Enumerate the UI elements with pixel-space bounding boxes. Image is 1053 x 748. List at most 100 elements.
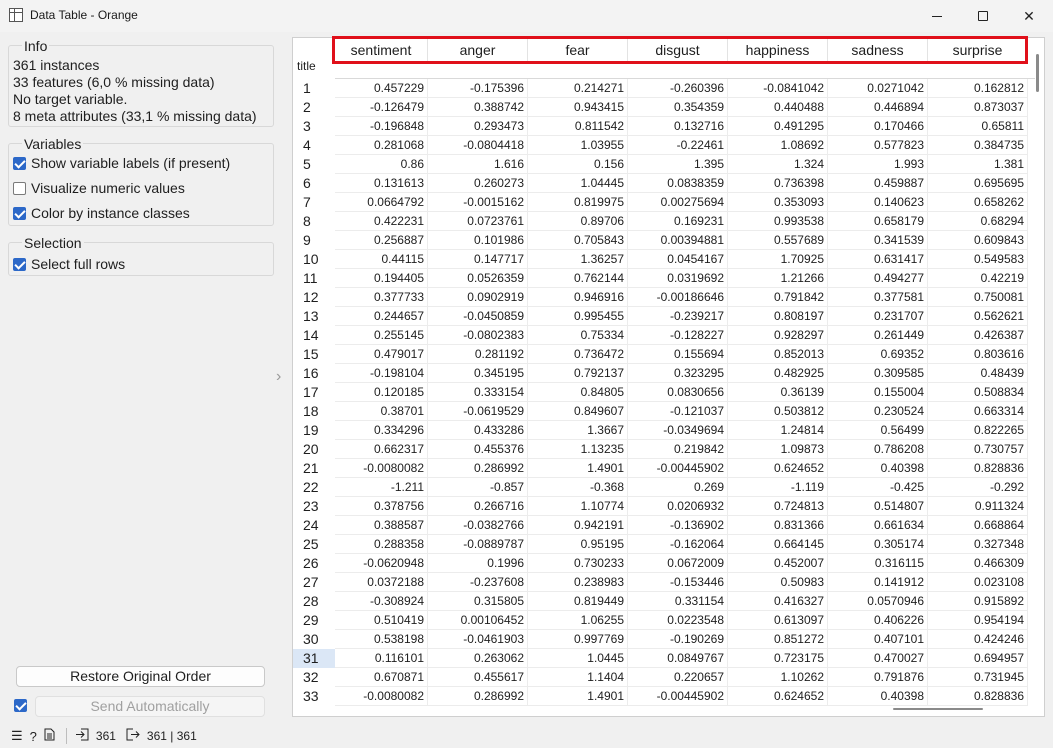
table-cell[interactable]: -0.22461 [628,136,728,155]
table-row[interactable]: 9 0.256887 0.101986 0.705843 0.00394881 0.557… [293,231,1028,250]
row-number[interactable]: 21 [293,459,335,478]
row-number[interactable]: 2 [293,98,335,117]
table-cell[interactable]: 1.993 [828,155,928,174]
table-row[interactable]: 27 0.0372188 -0.237608 0.238983 -0.153446 0.5… [293,573,1028,592]
table-cell[interactable]: 0.803616 [928,345,1028,364]
table-cell[interactable]: 0.261449 [828,326,928,345]
table-row[interactable]: 21 -0.0080082 0.286992 1.4901 -0.00445902 0.6… [293,459,1028,478]
table-cell[interactable]: 0.40398 [828,687,928,706]
table-cell[interactable]: 0.0570946 [828,592,928,611]
checkbox-checked-icon[interactable] [13,156,26,170]
table-row[interactable]: 26 -0.0620948 0.1996 0.730233 0.0672009 0.452… [293,554,1028,573]
table-cell[interactable]: 0.263062 [428,649,528,668]
table-cell[interactable]: 0.786208 [828,440,928,459]
table-cell[interactable]: 1.70925 [728,250,828,269]
maximize-button[interactable] [960,0,1006,32]
title-bar[interactable]: Data Table - Orange ✕ [0,0,1053,32]
row-number[interactable]: 9 [293,231,335,250]
table-cell[interactable]: 0.341539 [828,231,928,250]
table-row[interactable]: 13 0.244657 -0.0450859 0.995455 -0.239217 0.8… [293,307,1028,326]
table-cell[interactable]: -0.126479 [335,98,428,117]
table-cell[interactable]: 0.0526359 [428,269,528,288]
visualize-numeric-option[interactable]: Visualize numeric values [13,180,185,196]
table-cell[interactable]: 0.155694 [628,345,728,364]
table-cell[interactable]: 0.0271042 [828,79,928,98]
table-cell[interactable]: -0.121037 [628,402,728,421]
table-cell[interactable]: 0.407101 [828,630,928,649]
table-cell[interactable]: -0.425 [828,478,928,497]
table-cell[interactable]: 1.10262 [728,668,828,687]
table-cell[interactable]: 0.0664792 [335,193,428,212]
table-row[interactable]: 23 0.378756 0.266716 1.10774 0.0206932 0.7248… [293,497,1028,516]
table-cell[interactable]: 0.849607 [528,402,628,421]
table-cell[interactable]: 0.426387 [928,326,1028,345]
table-cell[interactable]: 0.269 [628,478,728,497]
table-cell[interactable]: 0.792137 [528,364,628,383]
table-cell[interactable]: -0.162064 [628,535,728,554]
table-row[interactable]: 5 0.86 1.616 0.156 1.395 1.324 1.993 1.381 [293,155,1028,174]
table-cell[interactable]: 1.3667 [528,421,628,440]
table-row[interactable]: 29 0.510419 0.00106452 1.06255 0.0223548 0.61… [293,611,1028,630]
table-cell[interactable]: 0.286992 [428,459,528,478]
restore-order-button[interactable]: Restore Original Order [16,666,265,687]
table-cell[interactable]: 0.101986 [428,231,528,250]
table-cell[interactable]: 0.946916 [528,288,628,307]
table-row[interactable]: 28 -0.308924 0.315805 0.819449 0.331154 0.416… [293,592,1028,611]
table-cell[interactable]: 0.491295 [728,117,828,136]
report-icon[interactable] [44,728,55,744]
send-automatically-checkbox[interactable] [14,699,27,712]
table-cell[interactable]: 0.670871 [335,668,428,687]
row-number[interactable]: 23 [293,497,335,516]
column-header-5[interactable]: sadness [828,38,928,63]
table-cell[interactable]: -0.292 [928,478,1028,497]
row-number[interactable]: 14 [293,326,335,345]
table-cell[interactable]: 0.00106452 [428,611,528,630]
table-cell[interactable]: -0.175396 [428,79,528,98]
table-cell[interactable]: -0.0015162 [428,193,528,212]
table-cell[interactable]: 0.424246 [928,630,1028,649]
table-cell[interactable]: 0.791842 [728,288,828,307]
table-cell[interactable]: 0.705843 [528,231,628,250]
table-cell[interactable]: 0.664145 [728,535,828,554]
color-classes-option[interactable]: Color by instance classes [13,205,190,221]
table-cell[interactable]: 0.416327 [728,592,828,611]
table-cell[interactable]: 0.577823 [828,136,928,155]
row-number[interactable]: 25 [293,535,335,554]
table-cell[interactable]: 0.557689 [728,231,828,250]
table-cell[interactable]: -0.0620948 [335,554,428,573]
row-number[interactable]: 3 [293,117,335,136]
table-cell[interactable]: 0.736398 [728,174,828,193]
row-number[interactable]: 31 [293,649,335,668]
table-cell[interactable]: 0.0902919 [428,288,528,307]
table-cell[interactable]: 0.995455 [528,307,628,326]
table-cell[interactable]: 0.609843 [928,231,1028,250]
table-cell[interactable]: 0.333154 [428,383,528,402]
menu-icon[interactable]: ☰ [11,728,23,744]
table-cell[interactable]: 0.694957 [928,649,1028,668]
table-cell[interactable]: 0.266716 [428,497,528,516]
table-cell[interactable]: -1.119 [728,478,828,497]
table-cell[interactable]: -0.308924 [335,592,428,611]
table-cell[interactable]: 0.514807 [828,497,928,516]
help-icon[interactable]: ? [30,729,37,744]
table-cell[interactable]: 0.132716 [628,117,728,136]
table-cell[interactable]: 0.260273 [428,174,528,193]
table-cell[interactable]: 0.89706 [528,212,628,231]
table-cell[interactable]: 0.510419 [335,611,428,630]
show-labels-option[interactable]: Show variable labels (if present) [13,155,230,171]
table-cell[interactable]: 0.852013 [728,345,828,364]
table-cell[interactable]: 0.750081 [928,288,1028,307]
row-number[interactable]: 17 [293,383,335,402]
table-cell[interactable]: 1.13235 [528,440,628,459]
table-cell[interactable]: 1.21266 [728,269,828,288]
table-cell[interactable]: 1.324 [728,155,828,174]
column-header-2[interactable]: fear [528,38,628,63]
table-cell[interactable]: 0.406226 [828,611,928,630]
table-cell[interactable]: 0.624652 [728,687,828,706]
table-body[interactable]: 1 0.457229 -0.175396 0.214271 -0.260396 -0.08… [293,79,1028,706]
table-row[interactable]: 12 0.377733 0.0902919 0.946916 -0.00186646 0.… [293,288,1028,307]
table-cell[interactable]: 0.48439 [928,364,1028,383]
table-cell[interactable]: 0.662317 [335,440,428,459]
table-cell[interactable]: -0.00186646 [628,288,728,307]
table-cell[interactable]: 0.470027 [828,649,928,668]
